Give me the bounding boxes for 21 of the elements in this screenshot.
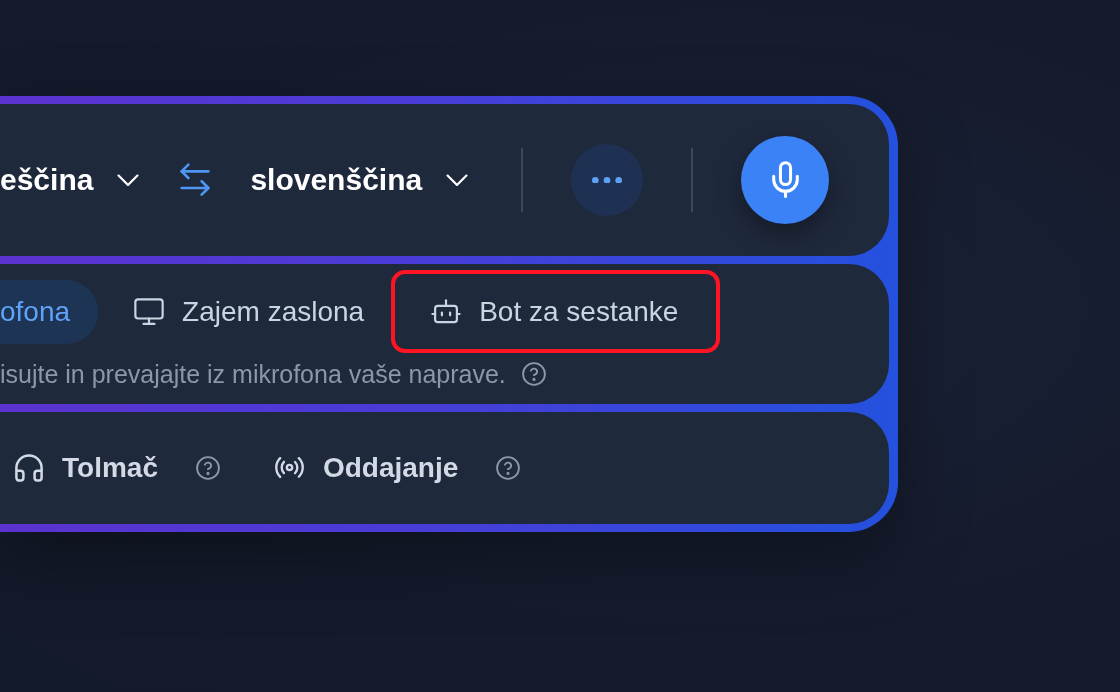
robot-icon: [431, 299, 462, 324]
target-language-dropdown[interactable]: slovenščina: [250, 160, 469, 200]
headphones-icon: [15, 454, 43, 482]
help-icon[interactable]: [195, 456, 220, 480]
mode-tab[interactable]: Bot za sestanke: [391, 270, 721, 353]
help-icon[interactable]: [496, 456, 521, 480]
chevron-down-icon: [117, 173, 140, 187]
mode-option[interactable]: Tolmač: [15, 451, 158, 485]
help-icon[interactable]: [521, 362, 546, 386]
source-language-dropdown[interactable]: eščina: [0, 160, 140, 200]
more-dots-icon: [592, 176, 623, 184]
swap-languages-button[interactable]: [180, 163, 211, 197]
mode-option[interactable]: Oddajanje: [274, 451, 459, 485]
mode-tab[interactable]: ofona: [0, 279, 99, 344]
microphone-icon: [771, 161, 799, 199]
mode-tab[interactable]: Zajem zaslona: [106, 279, 393, 344]
mode-description: isujte in prevajajte iz mikrofona vaše naprave.: [0, 359, 506, 389]
monitor-icon: [134, 297, 165, 326]
chevron-down-icon: [446, 173, 469, 187]
swap-arrows-icon: [180, 163, 211, 197]
broadcast-icon: [274, 457, 304, 479]
